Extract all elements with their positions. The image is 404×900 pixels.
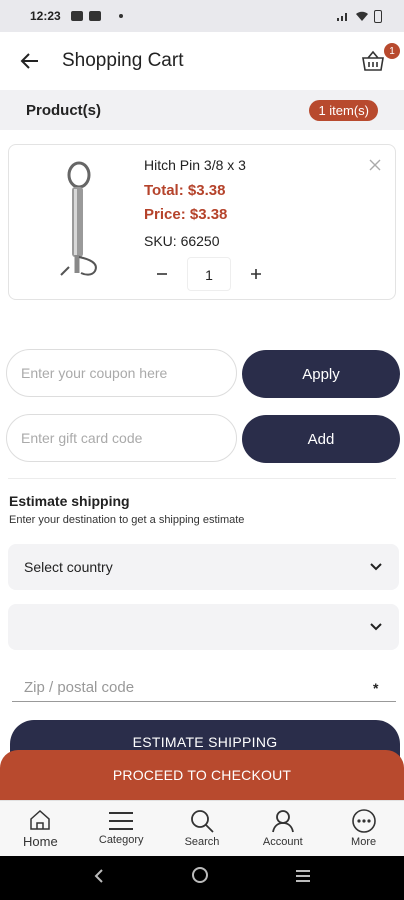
- cart-item-card: Hitch Pin 3/8 x 3 Total: $3.38 Price: $3…: [8, 144, 396, 300]
- chevron-down-icon: [370, 623, 382, 631]
- gift-card-input[interactable]: [6, 414, 237, 462]
- product-name[interactable]: Hitch Pin 3/8 x 3: [144, 157, 246, 173]
- nav-account[interactable]: Account: [242, 801, 323, 856]
- chevron-down-icon: [370, 563, 382, 571]
- system-back-button[interactable]: [92, 867, 106, 890]
- zip-postal-code-input[interactable]: [12, 674, 396, 702]
- search-icon: [191, 810, 214, 833]
- mail-icon: [88, 11, 101, 21]
- page-title: Shopping Cart: [62, 50, 184, 71]
- nav-search[interactable]: Search: [162, 801, 243, 856]
- system-home-button[interactable]: [191, 866, 209, 890]
- menu-icon: [109, 812, 134, 830]
- required-marker: *: [373, 680, 379, 696]
- app-bar: Shopping Cart 1: [0, 32, 404, 90]
- wifi-icon: [356, 11, 368, 21]
- home-icon: [30, 809, 51, 830]
- battery-icon: [374, 9, 382, 23]
- system-recents-button[interactable]: [294, 867, 312, 890]
- cart-button[interactable]: 1: [358, 43, 400, 76]
- remove-item-button[interactable]: [365, 155, 385, 175]
- divider: [8, 478, 396, 479]
- back-button[interactable]: [16, 47, 44, 75]
- nav-home-label: Home: [23, 833, 58, 849]
- items-count-badge: 1 item(s): [309, 99, 378, 121]
- state-select[interactable]: [8, 604, 399, 650]
- increase-quantity-button[interactable]: [243, 261, 269, 287]
- plus-icon: [251, 269, 261, 279]
- estimate-shipping-title: Estimate shipping: [9, 493, 130, 509]
- account-icon: [271, 810, 294, 833]
- nav-category[interactable]: Category: [81, 801, 162, 856]
- notification-icon: [70, 11, 83, 21]
- apply-coupon-button[interactable]: Apply: [242, 350, 400, 398]
- nav-more[interactable]: More: [323, 801, 404, 856]
- status-time: 12:23: [30, 9, 61, 23]
- country-select[interactable]: Select country: [8, 544, 399, 590]
- coupon-input[interactable]: [6, 349, 237, 397]
- signal-icon: [337, 13, 347, 21]
- nav-category-label: Category: [98, 834, 144, 846]
- country-select-value: Select country: [24, 559, 113, 575]
- nav-home[interactable]: Home: [0, 801, 81, 856]
- status-bar: 12:23: [0, 0, 404, 32]
- product-price: Price: $3.38: [144, 206, 228, 223]
- add-gift-card-button[interactable]: Add: [242, 415, 400, 463]
- bottom-navigation: Home Category Search Account More: [0, 800, 404, 856]
- minus-icon: [157, 273, 167, 275]
- system-icons: [336, 9, 382, 23]
- arrow-left-icon: [20, 53, 38, 69]
- nav-more-label: More: [351, 836, 377, 848]
- basket-icon: [362, 50, 384, 71]
- quantity-stepper: 1: [149, 257, 269, 291]
- products-section-header: Product(s) 1 item(s): [0, 90, 404, 130]
- dot-icon: [118, 14, 123, 18]
- circle-icon: [191, 867, 208, 883]
- nav-account-label: Account: [262, 836, 303, 848]
- chevron-left-icon: [94, 868, 104, 883]
- product-sku: SKU: 66250: [144, 233, 220, 249]
- proceed-to-checkout-button[interactable]: PROCEED TO CHECKOUT: [0, 750, 404, 800]
- estimate-shipping-subtitle: Enter your destination to get a shipping…: [9, 514, 245, 526]
- nav-search-label: Search: [184, 836, 220, 848]
- more-icon: [351, 809, 376, 833]
- cart-count-badge: 1: [384, 43, 400, 59]
- quantity-value[interactable]: 1: [187, 257, 231, 291]
- recents-icon: [295, 869, 310, 882]
- notification-icons: [70, 11, 123, 21]
- close-icon: [369, 159, 381, 171]
- decrease-quantity-button[interactable]: [149, 261, 175, 287]
- system-navigation-bar: [0, 856, 404, 900]
- product-total: Total: $3.38: [144, 182, 226, 199]
- product-image[interactable]: [49, 159, 107, 285]
- section-label: Product(s): [26, 101, 101, 119]
